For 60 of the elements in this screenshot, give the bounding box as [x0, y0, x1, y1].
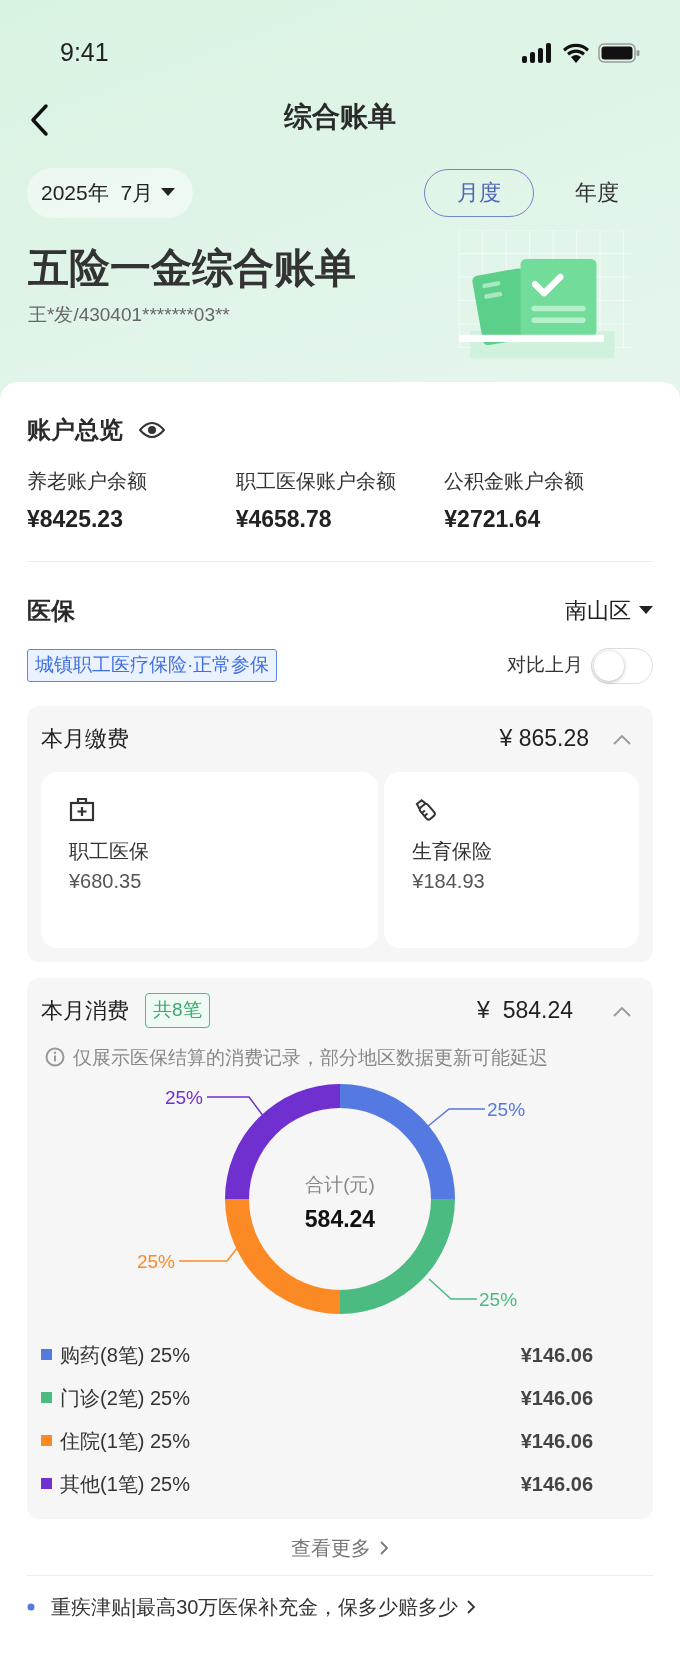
account-balance: ¥2721.64 [444, 505, 542, 534]
bill-heading: 五险一金综合账单 [28, 243, 357, 293]
payment-total: ¥ 865.28 [499, 724, 589, 754]
data-label: 25% [479, 1289, 518, 1311]
insurance-name: 职工医保 [69, 838, 150, 864]
data-label: 25% [164, 1087, 203, 1109]
insurance-tag: 城镇职工医疗保险·正常参保 [27, 649, 278, 682]
count-badge: 共8笔 [145, 993, 210, 1028]
back-icon[interactable] [28, 103, 50, 137]
compare-label: 对比上月 [507, 653, 583, 678]
account-label: 公积金账户余额 [444, 469, 586, 494]
medical-kit-icon [69, 795, 95, 822]
insurance-amount: ¥184.93 [412, 868, 486, 894]
section-title: 账户总览 [27, 415, 123, 445]
collapse-icon[interactable] [613, 1005, 631, 1017]
info-icon [45, 1047, 65, 1068]
account-label: 养老账户余额 [27, 469, 148, 494]
section-title: 医保 [27, 595, 75, 626]
data-label: 25% [136, 1251, 175, 1273]
region-dropdown[interactable]: 南山区 [565, 594, 653, 627]
spending-total: ¥ 584.24 [477, 996, 573, 1026]
panel-title: 本月消费 [41, 997, 129, 1025]
eye-icon[interactable] [139, 421, 165, 439]
signal-icon [522, 43, 554, 63]
legend-amount: ¥146.06 [520, 1471, 593, 1497]
period-tab[interactable]: 年度 [542, 168, 652, 217]
insurance-amount: ¥680.35 [69, 868, 143, 894]
battery-icon [598, 43, 640, 63]
panel-title: 本月缴费 [41, 725, 129, 753]
legend-amount: ¥146.06 [520, 1342, 593, 1368]
promo-link[interactable]: 重疾津贴|最高30万医保补充金，保多少赔多少 [51, 1592, 477, 1623]
legend-amount: ¥146.06 [520, 1428, 593, 1454]
center-label: 合计(元) [305, 1174, 375, 1196]
legend-amount: ¥146.06 [520, 1385, 593, 1411]
chevron-right-icon [466, 1599, 477, 1616]
id-text: 王*发/430401*******03** [28, 302, 231, 327]
collapse-icon[interactable] [613, 733, 631, 745]
wifi-icon [562, 43, 590, 63]
account-balance: ¥8425.23 [27, 505, 124, 534]
info-note: 仅展示医保结算的消费记录，部分地区数据更新可能延迟 [73, 1045, 548, 1070]
compare-toggle[interactable] [591, 647, 653, 684]
bullet-dot-icon [27, 1603, 35, 1612]
legend-label: 购药(8笔) 25% [60, 1342, 191, 1368]
legend-label: 住院(1笔) 25% [60, 1428, 191, 1454]
legend-label: 门诊(2笔) 25% [60, 1385, 191, 1411]
dropdown-caret-icon [161, 188, 176, 198]
page-title: 综合账单 [284, 101, 396, 132]
legend-label: 其他(1笔) 25% [60, 1471, 191, 1497]
center-total: 584.24 [304, 1206, 376, 1233]
data-label: 25% [487, 1099, 526, 1121]
dropdown-caret-icon [639, 606, 653, 615]
leader-line [426, 1108, 486, 1128]
leader-line [428, 1278, 478, 1300]
chevron-right-icon [379, 1540, 389, 1557]
view-more-link[interactable]: 查看更多 [291, 1533, 389, 1564]
date-picker[interactable]: 2025年 7月 [27, 168, 194, 218]
account-label: 职工医保账户余额 [235, 469, 397, 494]
account-balance: ¥4658.78 [235, 505, 333, 534]
insurance-name: 生育保险 [412, 838, 494, 864]
status-time: 9:41 [60, 37, 109, 69]
